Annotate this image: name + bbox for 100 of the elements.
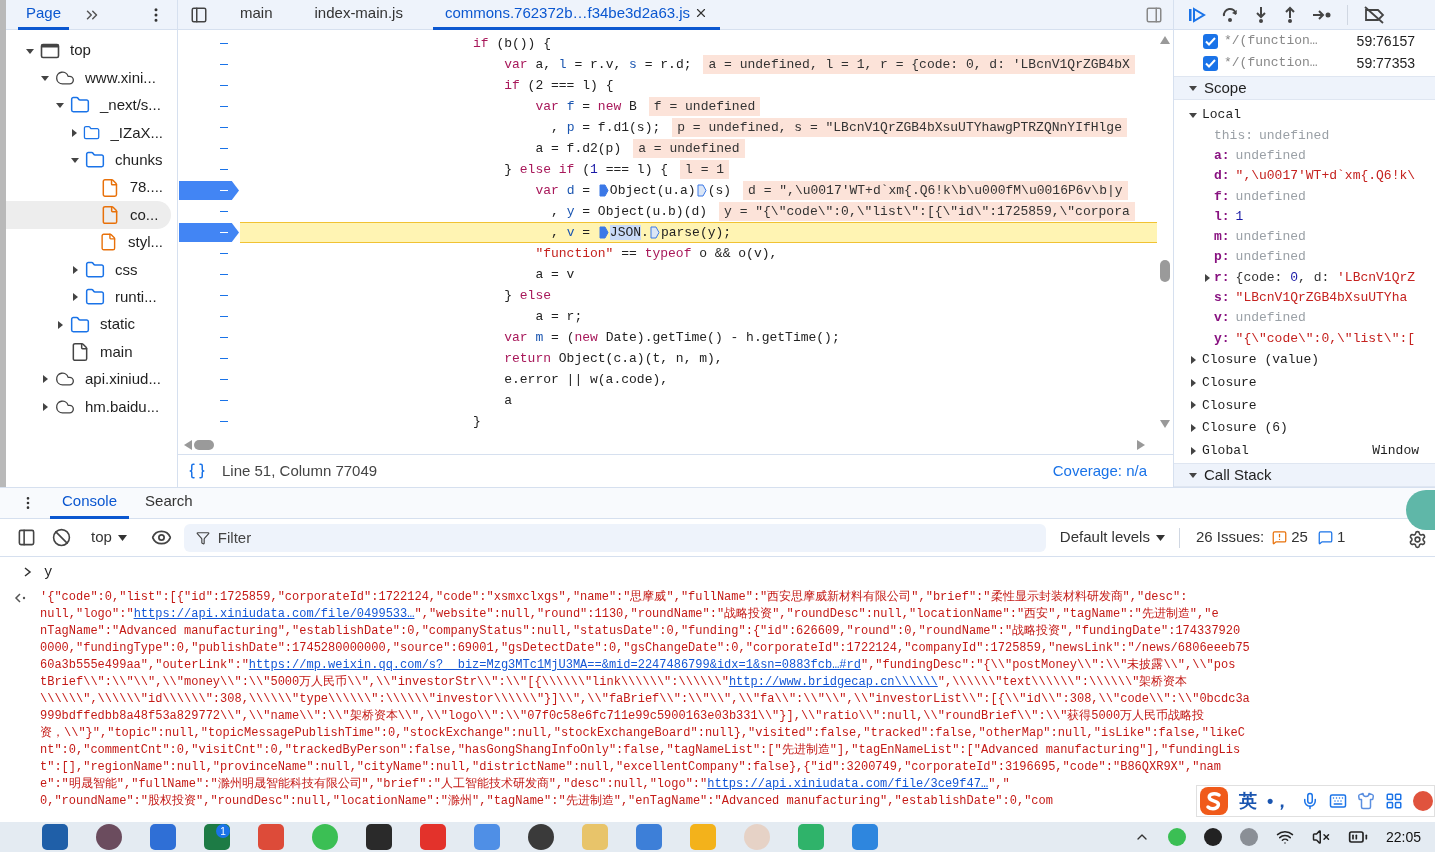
context-dropdown[interactable]: top <box>91 526 127 549</box>
tree-item[interactable]: css <box>6 256 171 284</box>
scroll-down-icon[interactable] <box>1160 420 1170 428</box>
app-icon[interactable] <box>42 824 68 850</box>
drawer-tab[interactable]: Console <box>50 487 130 519</box>
coverage-link[interactable]: Coverage: n/a <box>1052 459 1147 483</box>
breakpoint-checkbox[interactable] <box>1203 55 1218 71</box>
scope-section[interactable]: Local <box>1202 105 1241 125</box>
drawer-tab[interactable]: Search <box>133 487 205 519</box>
tree-item[interactable]: _IZaX... <box>6 119 171 147</box>
step-marker-icon[interactable] <box>649 226 660 239</box>
expand-arrow-icon[interactable] <box>1188 377 1198 388</box>
settings-icon[interactable] <box>1408 530 1427 549</box>
tree-item[interactable]: co... <box>6 201 171 229</box>
expand-arrow-icon[interactable] <box>70 264 80 275</box>
console-link[interactable]: https://mp.weixin.qq.com/s?__biz=Mzg3MTc1MjU3MA==&mid=2247486799&idx=1&sn=0883fcb…#rd <box>248 657 861 674</box>
breakpoint-location: 59:76157 <box>1356 31 1415 51</box>
tree-item[interactable]: 78.... <box>6 173 171 202</box>
ime-mode[interactable]: 英 <box>1239 787 1257 815</box>
tree-item[interactable]: top <box>6 37 171 65</box>
console-text: null,"logo":" <box>40 606 134 623</box>
collapse-arrow-icon[interactable] <box>1188 83 1198 93</box>
file-tab[interactable]: index-main.js <box>302 0 415 30</box>
expand-arrow-icon[interactable] <box>55 319 65 330</box>
clear-console-icon[interactable] <box>52 528 71 547</box>
debugger-toggle-icon[interactable] <box>1145 5 1163 24</box>
app-icon[interactable]: 1 <box>204 824 230 850</box>
step-marker-icon[interactable] <box>598 226 609 239</box>
ime-punctuation[interactable]: •， <box>1267 787 1292 815</box>
sidebar-toggle-icon[interactable] <box>190 5 208 24</box>
tree-item[interactable]: _next/s... <box>6 91 171 120</box>
tree-item[interactable]: chunks <box>6 146 171 174</box>
app-icon[interactable] <box>96 824 122 850</box>
shirt-icon[interactable] <box>1357 792 1376 810</box>
grid-icon[interactable] <box>1385 792 1404 810</box>
app-icon[interactable] <box>528 824 554 850</box>
expand-arrow-icon[interactable] <box>40 401 50 412</box>
tray-icon[interactable] <box>1203 828 1222 846</box>
clock[interactable]: 22:05 <box>1385 826 1421 848</box>
deactivate-breakpoints-icon[interactable] <box>1363 5 1385 24</box>
scope-section[interactable]: Closure (value) <box>1202 350 1320 370</box>
avatar-icon[interactable] <box>1413 791 1434 811</box>
console-link[interactable]: https://api.xiniudata.com/file/3ce9f47… <box>707 776 989 793</box>
pretty-print-icon[interactable] <box>188 462 206 480</box>
app-icon[interactable] <box>366 824 392 850</box>
step-over-icon[interactable] <box>1221 5 1239 24</box>
variable-value: undefined <box>1235 248 1306 267</box>
tree-item[interactable]: main <box>6 338 171 366</box>
tree-item[interactable]: www.xini... <box>6 64 171 92</box>
step-into-icon[interactable] <box>1254 5 1268 24</box>
result-arrow-icon <box>14 592 26 603</box>
muted-speaker-icon[interactable] <box>1311 828 1330 846</box>
console-text: t":[],"regionName":null,"provinceName":null,"cityName":null,"districtName":null,"excellentCompany":false},{"id":3200749,"corporateId":3196695,"code":"B86QXR9X","nam <box>40 759 1221 776</box>
console-link[interactable]: http://www.bridgecap.cn\\\\\\ <box>728 674 938 691</box>
scope-section[interactable]: Closure (6) <box>1202 418 1288 438</box>
info-count: 1 <box>1336 527 1346 548</box>
expand-arrow-icon[interactable] <box>40 374 50 385</box>
step-marker-icon[interactable] <box>696 184 707 197</box>
variable-value: undefined <box>1259 126 1330 145</box>
step-marker-icon[interactable] <box>598 184 609 197</box>
scrollbar-thumb[interactable] <box>194 440 214 450</box>
tree-item[interactable]: runti... <box>6 283 171 311</box>
filter-field[interactable]: Filter <box>183 523 1046 552</box>
resume-icon[interactable] <box>1188 6 1206 23</box>
scope-section[interactable]: Closure <box>1202 372 1257 393</box>
step-out-icon[interactable] <box>1283 5 1297 24</box>
expand-arrow-icon[interactable] <box>70 292 80 303</box>
wifi-icon[interactable] <box>1275 828 1294 846</box>
tree-item[interactable]: hm.baidu... <box>6 393 171 421</box>
keyboard-icon[interactable] <box>1329 792 1348 810</box>
tree-label: css <box>115 259 138 280</box>
code-text: , y = Object(u.b)(d) <box>550 202 708 221</box>
section-header[interactable]: Scope <box>1204 76 1247 100</box>
scrollbar-thumb[interactable] <box>1160 260 1170 282</box>
console-command: y <box>44 563 53 581</box>
console-link[interactable]: https://api.xiniudata.com/file/0499533… <box>133 606 415 623</box>
tree-item[interactable]: static <box>6 310 171 339</box>
scope-section[interactable]: Closure <box>1202 395 1257 416</box>
breakpoint-marker[interactable] <box>179 223 239 242</box>
expand-arrow-icon[interactable] <box>1188 400 1198 411</box>
scroll-up-icon[interactable] <box>1160 36 1170 44</box>
expand-arrow-icon[interactable] <box>1188 354 1198 365</box>
levels-dropdown[interactable]: Default levels <box>1059 526 1165 549</box>
expand-arrow-icon[interactable] <box>1188 422 1198 433</box>
step-icon[interactable] <box>1312 7 1332 22</box>
sidebar-toggle-icon[interactable] <box>17 528 36 547</box>
breakpoint-marker[interactable] <box>179 181 239 200</box>
variable-value: "LBcnV1QrZGB4bXsuUTYha <box>1235 289 1408 308</box>
ime-logo-icon[interactable] <box>1199 786 1229 816</box>
tree-item[interactable]: styl... <box>6 228 171 257</box>
expand-arrow-icon[interactable] <box>1188 445 1198 456</box>
tree-item[interactable]: api.xiniud... <box>6 365 171 394</box>
scroll-right-icon[interactable] <box>1137 440 1145 450</box>
collapse-arrow-icon[interactable] <box>1188 470 1198 480</box>
expand-arrow-icon[interactable] <box>1202 272 1212 283</box>
scroll-left-icon[interactable] <box>184 440 192 450</box>
breakpoint-checkbox[interactable] <box>1203 33 1218 49</box>
file-tab[interactable]: commons.762372b…f34be3d2a63.js <box>432 0 721 30</box>
scope-section[interactable]: Global <box>1202 440 1249 461</box>
file-tab[interactable]: main <box>228 0 285 30</box>
